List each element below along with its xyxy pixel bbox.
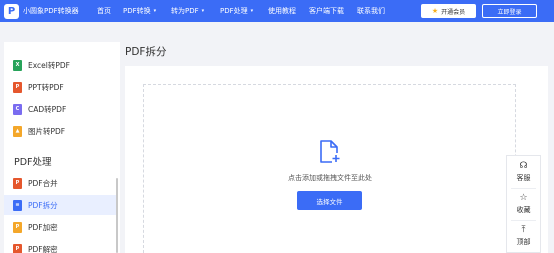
logo[interactable]: P 小圆象PDF转换器 xyxy=(4,3,90,19)
back-to-top-label: 顶部 xyxy=(516,238,531,246)
nav-contact[interactable]: 联系我们 xyxy=(357,0,385,22)
logo-text: 小圆象PDF转换器 xyxy=(23,7,79,15)
add-file-icon[interactable] xyxy=(319,140,340,168)
headset-icon: ☊ xyxy=(519,161,528,171)
sidebar: X Excel转PDF P PPT转PDF C CAD转PDF ▲ 图片转PDF… xyxy=(4,42,120,253)
nav-client-download[interactable]: 客户端下载 xyxy=(309,0,344,22)
back-to-top-icon: ⤒ xyxy=(521,225,526,235)
sidebar-item-pdf-split[interactable]: ≡ PDF拆分 xyxy=(4,195,116,215)
sidebar-item-label: 图片转PDF xyxy=(28,126,66,136)
nav-to-pdf[interactable]: 转为PDF ▾ xyxy=(171,0,204,22)
sidebar-item-excel-to-pdf[interactable]: X Excel转PDF xyxy=(4,55,116,75)
merge-icon: P xyxy=(13,177,22,189)
open-vip-button[interactable]: ★ 开通会员 xyxy=(421,4,476,18)
sidebar-item-image-to-pdf[interactable]: ▲ 图片转PDF xyxy=(4,121,116,141)
floating-toolbar: ☊ 客服 ☆ 收藏 ⤒ 顶部 xyxy=(506,155,541,253)
sidebar-item-label: PDF合并 xyxy=(28,178,58,188)
excel-icon: X xyxy=(13,59,22,71)
login-button[interactable]: 立即登录 xyxy=(482,4,537,18)
customer-service-label: 客服 xyxy=(516,174,531,182)
split-icon: ≡ xyxy=(13,199,22,211)
chevron-down-icon: ▾ xyxy=(250,8,254,14)
ppt-icon: P xyxy=(13,81,22,93)
logo-icon: P xyxy=(4,3,19,19)
sidebar-scrollbar[interactable] xyxy=(116,178,118,253)
sidebar-item-label: PDF拆分 xyxy=(28,200,58,210)
file-dropzone[interactable] xyxy=(143,84,516,253)
sidebar-item-cad-to-pdf[interactable]: C CAD转PDF xyxy=(4,99,116,119)
sidebar-item-label: PDF加密 xyxy=(28,222,58,232)
login-label: 立即登录 xyxy=(497,8,522,16)
sidebar-section-title: PDF处理 xyxy=(14,157,52,168)
sidebar-item-ppt-to-pdf[interactable]: P PPT转PDF xyxy=(4,77,116,97)
page-title: PDF拆分 xyxy=(125,46,167,58)
dropzone-hint: 点击添加或拖拽文件至此处 xyxy=(288,174,372,182)
sidebar-item-label: PPT转PDF xyxy=(28,82,64,92)
encrypt-icon: P xyxy=(13,221,22,233)
favorite-label: 收藏 xyxy=(516,206,531,214)
choose-file-label: 选择文件 xyxy=(316,197,343,206)
sidebar-item-pdf-merge[interactable]: P PDF合并 xyxy=(4,173,116,193)
nav-tutorial[interactable]: 使用教程 xyxy=(268,0,296,22)
top-navigation-bar: P 小圆象PDF转换器 首页 PDF转换 ▾ 转为PDF ▾ PDF处理 ▾ 使用教程… xyxy=(0,0,554,22)
nav-home[interactable]: 首页 xyxy=(97,0,111,22)
chevron-down-icon: ▾ xyxy=(153,8,157,14)
sidebar-item-label: CAD转PDF xyxy=(28,104,67,114)
image-icon: ▲ xyxy=(13,125,22,137)
nav-pdf-convert[interactable]: PDF转换 ▾ xyxy=(123,0,156,22)
customer-service-button[interactable]: ☊ 客服 xyxy=(507,157,540,187)
sidebar-item-label: Excel转PDF xyxy=(28,60,70,70)
back-to-top-button[interactable]: ⤒ 顶部 xyxy=(507,221,540,251)
cad-icon: C xyxy=(13,103,22,115)
nav-pdf-process[interactable]: PDF处理 ▾ xyxy=(220,0,253,22)
chevron-down-icon: ▾ xyxy=(201,8,205,14)
sidebar-item-pdf-encrypt[interactable]: P PDF加密 xyxy=(4,217,116,237)
favorite-button[interactable]: ☆ 收藏 xyxy=(507,189,540,219)
sidebar-item-pdf-decrypt[interactable]: P PDF解密 xyxy=(4,239,116,253)
open-vip-label: 开通会员 xyxy=(441,8,466,16)
decrypt-icon: P xyxy=(13,243,22,253)
choose-file-button[interactable]: 选择文件 xyxy=(297,191,362,210)
star-outline-icon: ☆ xyxy=(519,193,528,203)
sidebar-item-label: PDF解密 xyxy=(28,244,58,253)
star-icon: ★ xyxy=(431,7,439,15)
